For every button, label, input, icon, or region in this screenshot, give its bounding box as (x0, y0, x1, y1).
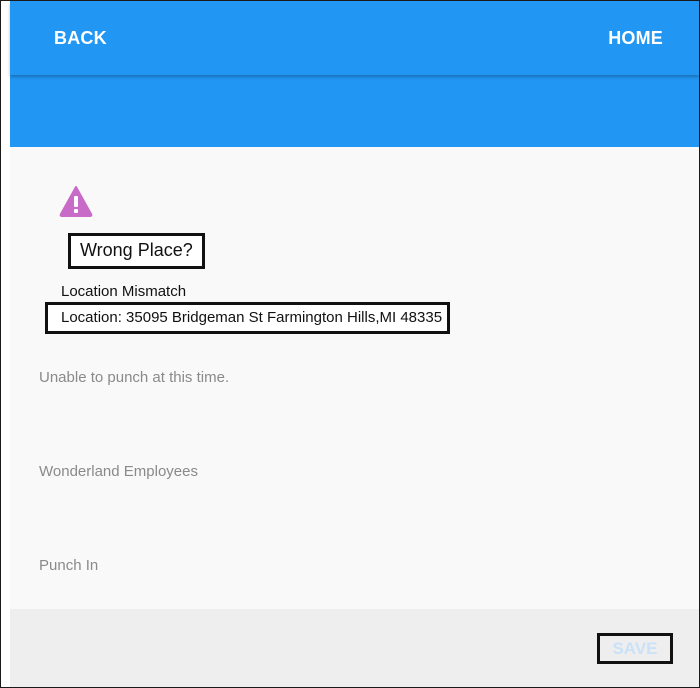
top-app-bar: BACK HOME (10, 1, 699, 75)
alert-title: Wrong Place? (68, 233, 205, 269)
location-text: Location: 35095 Bridgeman St Farmington … (45, 302, 451, 334)
status-message: Unable to punch at this time. (39, 369, 230, 386)
footer-bar: SAVE (10, 609, 699, 687)
warning-exclamation-dot (74, 209, 78, 213)
app-frame: BACK HOME Wrong Place? Location Mismatch… (0, 0, 700, 688)
home-button[interactable]: HOME (608, 28, 663, 49)
punch-action: Punch In (39, 557, 99, 574)
left-margin (1, 1, 10, 687)
alert-content: Wrong Place? Location Mismatch Location:… (10, 147, 699, 609)
warning-exclamation-bar (74, 196, 78, 207)
employee-group: Wonderland Employees (39, 463, 198, 480)
warning-triangle-icon (59, 186, 93, 217)
header-extension (10, 75, 699, 147)
back-button[interactable]: BACK (54, 28, 107, 49)
location-mismatch-label: Location Mismatch (61, 283, 187, 300)
save-button[interactable]: SAVE (597, 633, 673, 664)
